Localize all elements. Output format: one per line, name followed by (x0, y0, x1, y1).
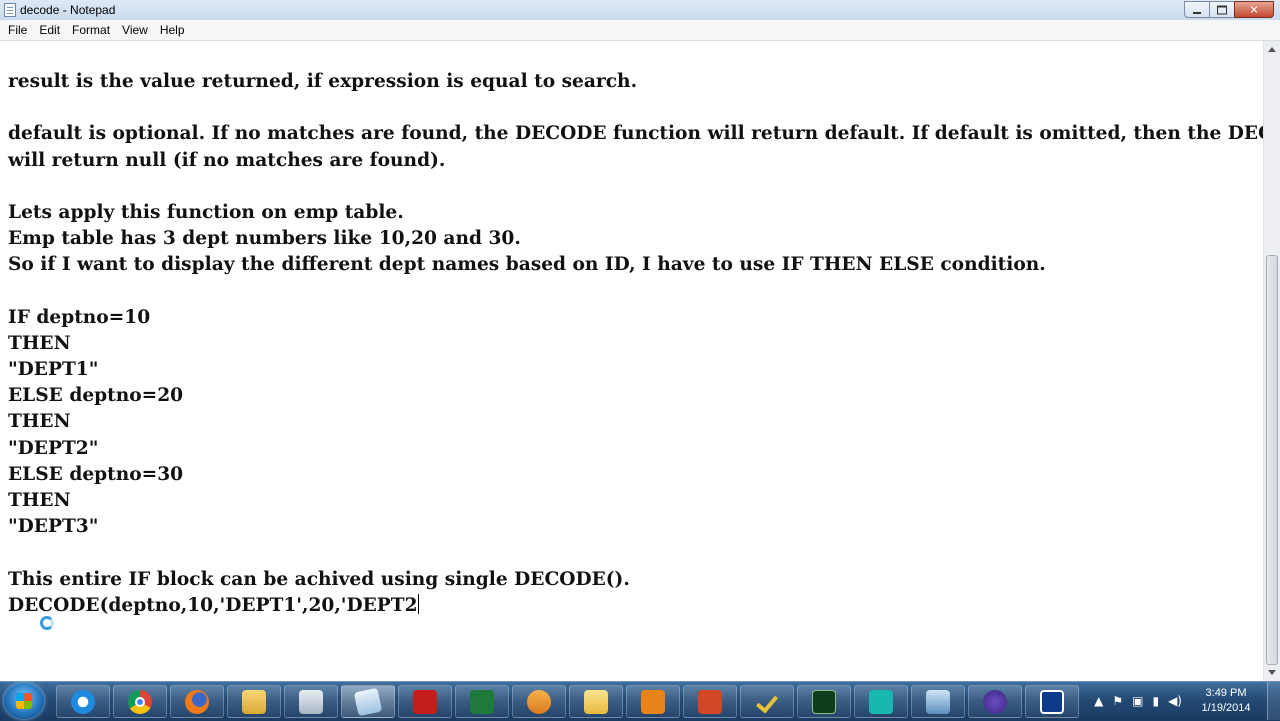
taskbar: ▲ ⚑ ▣ ▮ ◀) 3:49 PM 1/19/2014 (0, 681, 1280, 721)
network-icon[interactable]: ▮ (1152, 694, 1159, 708)
busy-cursor-icon (40, 616, 54, 630)
taskbar-button-media-player[interactable] (512, 685, 566, 718)
text-line: "DEPT3" (8, 516, 99, 538)
system-tray: ▲ ⚑ ▣ ▮ ◀) 3:49 PM 1/19/2014 (1094, 682, 1280, 720)
text-line (8, 279, 1258, 305)
text-line (8, 174, 1258, 200)
menu-file[interactable]: File (2, 21, 33, 39)
show-desktop-button[interactable] (1267, 682, 1280, 720)
text-line: "DEPT2" (8, 437, 99, 459)
menu-bar: File Edit Format View Help (0, 20, 1280, 41)
torrent-icon (983, 689, 1007, 714)
taskbar-button-excel[interactable] (455, 685, 509, 718)
volume-icon[interactable]: ◀) (1168, 694, 1182, 708)
scroll-up-arrow-icon[interactable] (1268, 47, 1276, 52)
window-title: decode - Notepad (20, 3, 116, 17)
text-line: This entire IF block can be achived usin… (8, 568, 630, 590)
taskbar-button-windows-explorer[interactable] (227, 685, 281, 718)
taskbar-button-checkmark-app[interactable] (740, 685, 794, 718)
text-line: "DEPT1" (8, 359, 99, 381)
calculator-icon (299, 689, 323, 714)
powerpoint-icon (698, 689, 722, 714)
window-controls: ✕ (1184, 1, 1274, 18)
taskbar-button-outlook[interactable] (626, 685, 680, 718)
text-line: THEN (8, 332, 71, 354)
taskbar-button-chrome[interactable] (113, 685, 167, 718)
text-line: IF deptno=10 (8, 306, 151, 328)
taskbar-button-folder[interactable] (569, 685, 623, 718)
text-editor-area[interactable]: result is the value returned, if express… (0, 41, 1263, 681)
excel-icon (470, 689, 494, 714)
text-line (8, 95, 1258, 121)
minimize-icon (1193, 11, 1201, 14)
menu-format[interactable]: Format (66, 21, 116, 39)
vertical-scrollbar[interactable] (1263, 41, 1280, 681)
firefox-icon (185, 689, 209, 714)
taskbar-button-monitor[interactable] (854, 685, 908, 718)
clock[interactable]: 3:49 PM 1/19/2014 (1191, 686, 1261, 716)
media-player-icon (527, 689, 551, 714)
text-line (8, 540, 1258, 566)
minimize-button[interactable] (1184, 1, 1210, 18)
acrobat-icon (413, 689, 437, 714)
text-line: will return null (if no matches are foun… (8, 149, 446, 171)
text-line: Lets apply this function on emp table. (8, 201, 404, 223)
command-console-icon (812, 689, 836, 714)
taskbar-apps (56, 685, 1082, 718)
text-line: default is optional. If no matches are f… (8, 123, 1263, 145)
title-bar[interactable]: decode - Notepad ✕ (0, 0, 1280, 21)
text-line: So if I want to display the different de… (8, 254, 1046, 276)
text-line: THEN (8, 411, 71, 433)
clock-date: 1/19/2014 (1201, 702, 1251, 714)
text-line: Emp table has 3 dept numbers like 10,20 … (8, 228, 521, 250)
text-caret (417, 593, 419, 614)
close-icon: ✕ (1249, 3, 1259, 16)
clock-time: 3:49 PM (1205, 687, 1247, 699)
notepad-icon (353, 687, 383, 716)
menu-edit[interactable]: Edit (33, 21, 66, 39)
notepad-app-icon[interactable] (4, 3, 16, 17)
taskbar-button-calculator[interactable] (284, 685, 338, 718)
windows-explorer-icon (242, 689, 266, 714)
taskbar-button-remote-desktop[interactable] (911, 685, 965, 718)
start-button[interactable] (4, 683, 44, 719)
taskbar-button-firefox[interactable] (170, 685, 224, 718)
internet-explorer-icon (71, 689, 95, 714)
taskbar-button-powerpoint[interactable] (683, 685, 737, 718)
document-text: result is the value returned, if express… (8, 69, 1263, 619)
monitor-icon (869, 689, 893, 714)
action-center-flag-icon[interactable]: ⚑ (1112, 694, 1123, 708)
taskbar-button-command-console[interactable] (797, 685, 851, 718)
taskbar-button-internet-explorer[interactable] (56, 685, 110, 718)
text-line: DECODE(deptno,10,'DEPT1',20,'DEPT2 (8, 593, 419, 616)
device-icon[interactable]: ▣ (1132, 694, 1143, 708)
scrollbar-thumb[interactable] (1266, 255, 1278, 665)
snipping-tool-icon (1040, 689, 1064, 714)
text-line: THEN (8, 490, 71, 511)
menu-help[interactable]: Help (154, 21, 191, 39)
taskbar-button-notepad[interactable] (341, 685, 395, 718)
taskbar-button-snipping-tool[interactable] (1025, 685, 1079, 718)
show-hidden-icons-icon[interactable]: ▲ (1094, 694, 1103, 708)
text-line: result is the value returned, if express… (8, 71, 638, 92)
text-line: ELSE deptno=30 (8, 463, 184, 485)
chrome-icon (128, 689, 152, 714)
taskbar-button-torrent[interactable] (968, 685, 1022, 718)
text-line: ELSE deptno=20 (8, 385, 184, 407)
checkmark-app-icon (755, 690, 779, 714)
maximize-button[interactable] (1209, 1, 1235, 18)
menu-view[interactable]: View (116, 21, 154, 39)
taskbar-button-acrobat[interactable] (398, 685, 452, 718)
outlook-icon (641, 689, 665, 714)
close-button[interactable]: ✕ (1234, 1, 1274, 18)
maximize-icon (1217, 5, 1227, 14)
folder-icon (584, 689, 608, 714)
scroll-down-arrow-icon[interactable] (1268, 670, 1276, 675)
remote-desktop-icon (926, 689, 950, 714)
